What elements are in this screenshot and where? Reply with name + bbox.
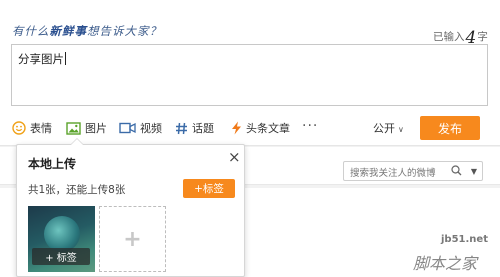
more-button[interactable]: ··· bbox=[302, 118, 318, 134]
prompt-highlight: 新鲜事 bbox=[49, 24, 87, 38]
publish-button[interactable]: 发布 bbox=[420, 116, 480, 140]
compose-prompt: 有什么新鲜事想告诉大家？ bbox=[12, 23, 162, 39]
search-icon[interactable] bbox=[451, 165, 462, 179]
compose-textarea[interactable]: 分享图片 bbox=[11, 44, 488, 106]
emoji-button[interactable]: 表情 bbox=[12, 116, 52, 140]
visibility-dropdown[interactable]: 公开 ∨ bbox=[373, 120, 404, 136]
video-icon bbox=[119, 122, 136, 134]
feed-search-input[interactable]: 搜索我关注人的微博 ▼ bbox=[343, 161, 483, 181]
chevron-down-icon: ∨ bbox=[398, 125, 404, 134]
counter-suffix: 字 bbox=[477, 31, 488, 43]
smiley-icon bbox=[12, 121, 26, 135]
watermark-url: jb51.net bbox=[441, 234, 488, 245]
hashtag-icon bbox=[175, 122, 188, 135]
char-counter: 已输入4字 bbox=[433, 25, 488, 48]
caret-down-icon[interactable]: ▼ bbox=[471, 167, 477, 176]
thumbnail-tag-button[interactable]: + 标签 bbox=[32, 248, 90, 265]
compose-panel: 有什么新鲜事想告诉大家？ 已输入4字 分享图片 表情 图片 视频 话题 头条文章… bbox=[0, 0, 500, 146]
prompt-prefix: 有什么 bbox=[12, 24, 50, 38]
add-image-slot[interactable]: + bbox=[99, 206, 166, 272]
video-label: 视频 bbox=[140, 122, 162, 135]
compose-text: 分享图片 bbox=[18, 52, 64, 66]
search-placeholder: 搜索我关注人的微博 bbox=[350, 168, 436, 179]
uploaded-image-thumbnail[interactable]: + 标签 bbox=[28, 206, 95, 272]
lightning-icon bbox=[231, 121, 242, 135]
video-button[interactable]: 视频 bbox=[119, 116, 162, 140]
thumbnail-image bbox=[44, 216, 80, 252]
add-tag-button[interactable]: +标签 bbox=[183, 179, 235, 198]
close-icon[interactable]: × bbox=[228, 148, 241, 166]
upload-count-text: 共1张，还能上传8张 bbox=[28, 184, 126, 196]
article-button[interactable]: 头条文章 bbox=[231, 116, 290, 140]
image-label: 图片 bbox=[85, 122, 107, 135]
upload-popup: 本地上传 × 共1张，还能上传8张 +标签 + 标签 + bbox=[16, 138, 245, 277]
popup-title: 本地上传 bbox=[28, 157, 77, 171]
counter-prefix: 已输入 bbox=[433, 31, 465, 43]
emoji-label: 表情 bbox=[30, 122, 52, 135]
image-icon bbox=[66, 121, 81, 135]
text-caret bbox=[65, 52, 66, 65]
prompt-suffix: 想告诉大家？ bbox=[87, 24, 162, 38]
watermark-logo: 脚本之家 bbox=[413, 254, 478, 273]
image-button[interactable]: 图片 bbox=[66, 116, 107, 140]
topic-label: 话题 bbox=[192, 122, 214, 135]
visibility-label: 公开 bbox=[373, 122, 395, 135]
compose-toolbar: 表情 图片 视频 话题 头条文章 ··· 公开 ∨ 发布 bbox=[0, 116, 500, 140]
article-label: 头条文章 bbox=[246, 122, 290, 135]
topic-button[interactable]: 话题 bbox=[175, 116, 214, 140]
